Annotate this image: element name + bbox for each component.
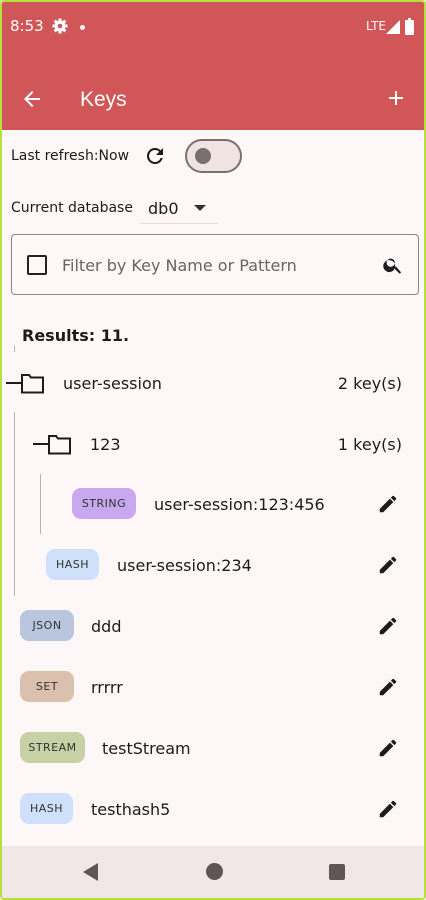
last-refresh-label: Last refresh:Now [11,148,130,164]
key-name: ddd [91,617,122,636]
results-count: Results: 11. [22,326,130,345]
network-type: LTE [366,19,386,33]
add-key-icon[interactable] [384,86,408,110]
status-bar: 8:53 LTE [2,2,424,57]
edit-pencil-icon[interactable] [377,798,399,820]
signal-icon [386,20,400,34]
notification-dot-icon [80,25,85,30]
nav-back-icon[interactable] [82,863,100,881]
app-frame: 8:53 LTE Keys Last refresh:Now Current d… [0,0,426,900]
folder-key-count: 1 key(s) [337,435,402,454]
main-content: Last refresh:Now Current database db0 Re… [2,130,424,848]
page-title: Keys [80,88,127,111]
dropdown-caret-icon [194,205,206,211]
database-select[interactable]: db0 [140,192,218,224]
filter-box [11,234,419,295]
key-row[interactable]: HASH user-session:234 [2,536,424,594]
key-type-badge: SET [20,671,74,702]
folder-label: 123 [90,435,121,454]
battery-icon [405,18,414,35]
folder-row-user-session[interactable]: user-session 2 key(s) [2,354,424,412]
key-name: user-session:234 [117,556,252,575]
search-icon[interactable] [382,254,404,276]
app-bar: Keys [2,57,424,130]
folder-label: user-session [63,374,162,393]
nav-home-icon[interactable] [206,863,223,880]
key-row[interactable]: JSON ddd [2,597,424,655]
key-row[interactable]: SET rrrrr [2,658,424,716]
nav-recents-icon[interactable] [329,864,345,880]
key-row[interactable]: HASH testhash5 [2,780,424,838]
key-row[interactable]: STRING user-session:123:456 [2,475,424,533]
refresh-icon[interactable] [143,144,167,168]
edit-pencil-icon[interactable] [377,737,399,759]
key-name: user-session:123:456 [154,495,325,514]
folder-key-count: 2 key(s) [337,374,402,393]
folder-icon [33,435,71,455]
key-name: testStream [102,739,191,758]
auto-refresh-toggle[interactable] [185,139,242,173]
key-type-badge: STREAM [20,732,85,763]
edit-pencil-icon[interactable] [377,493,399,515]
edit-pencil-icon[interactable] [377,554,399,576]
pattern-checkbox[interactable] [27,255,47,275]
key-type-badge: JSON [20,610,74,641]
status-time: 8:53 [10,17,44,35]
current-database-label: Current database [11,200,133,216]
folder-icon [6,374,44,394]
database-value: db0 [148,199,179,218]
key-type-badge: HASH [46,549,99,580]
key-row[interactable]: STREAM testStream [2,719,424,777]
key-type-badge: HASH [20,793,73,824]
back-arrow-icon[interactable] [20,87,44,111]
filter-input[interactable] [62,251,372,279]
key-type-badge: STRING [72,488,136,519]
settings-gear-icon [52,18,68,34]
key-name: testhash5 [91,800,171,819]
key-name: rrrrr [91,678,123,697]
tree-guide-line [14,346,15,352]
edit-pencil-icon[interactable] [377,615,399,637]
toggle-knob [195,148,211,164]
folder-row-123[interactable]: 123 1 key(s) [22,414,424,472]
edit-pencil-icon[interactable] [377,676,399,698]
system-nav-bar [2,846,424,898]
